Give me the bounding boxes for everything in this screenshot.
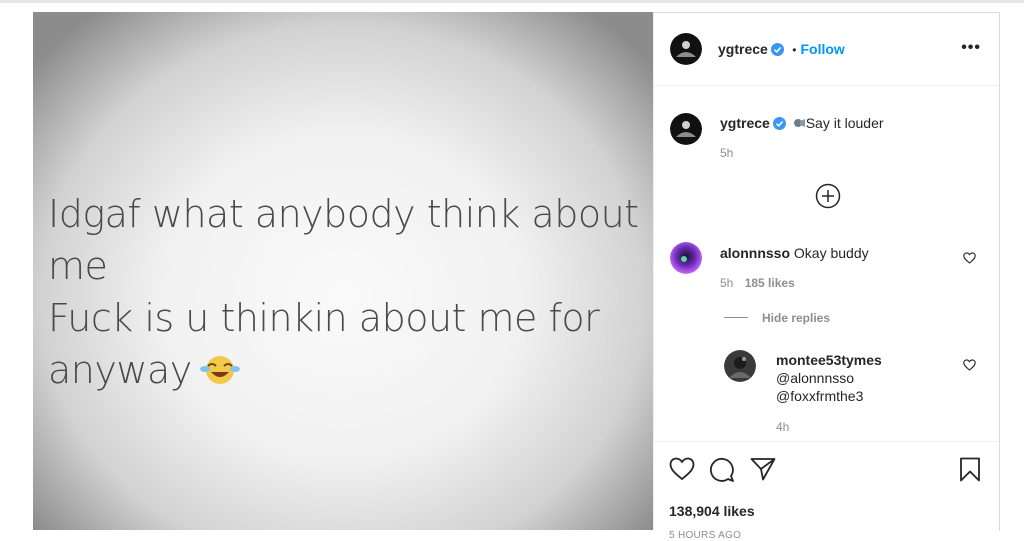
- post-image[interactable]: Idgaf what anybody think about me Fuck i…: [33, 12, 653, 530]
- post-image-text: Idgaf what anybody think about me Fuck i…: [48, 188, 648, 399]
- post-text-line-3: Fuck is u thinkin about me for: [48, 296, 600, 340]
- header-username[interactable]: ygtrece: [718, 41, 768, 57]
- laughing-crying-emoji-icon: [199, 347, 240, 399]
- comment-avatar[interactable]: [670, 242, 702, 274]
- like-heart-icon[interactable]: [669, 457, 695, 486]
- comment-meta: 5h 185 likes: [720, 276, 795, 290]
- post-header: ygtrece • Follow •••: [654, 13, 999, 86]
- follow-button[interactable]: Follow: [800, 41, 844, 57]
- comment-like-heart-icon[interactable]: [963, 251, 976, 264]
- caption-username[interactable]: ygtrece: [720, 115, 770, 131]
- save-bookmark-icon[interactable]: [959, 457, 981, 487]
- header-separator: •: [792, 43, 797, 57]
- replies-line: [724, 317, 748, 319]
- hide-replies-button[interactable]: Hide replies: [724, 309, 830, 327]
- post-text-line-4: anyway: [48, 348, 192, 392]
- caption: ygtrece Say it louder: [720, 114, 884, 134]
- speaker-emoji-icon: [793, 116, 806, 134]
- verified-badge-icon: [772, 116, 786, 134]
- verified-badge-icon: [770, 43, 784, 61]
- post-text-line-2: me: [48, 244, 108, 288]
- caption-time[interactable]: 5h: [720, 146, 733, 160]
- reply-mention[interactable]: @foxxfrmthe3: [776, 387, 956, 405]
- load-more-comments-button[interactable]: [815, 183, 841, 214]
- comment-bubble-icon[interactable]: [709, 457, 735, 488]
- caption-avatar[interactable]: [670, 113, 702, 145]
- hide-replies-label: Hide replies: [762, 311, 831, 325]
- comment-time[interactable]: 5h: [720, 276, 733, 290]
- post-side-panel: ygtrece • Follow ••• ygtrece Say it loude…: [653, 12, 1000, 541]
- comment-likes[interactable]: 185 likes: [745, 276, 795, 290]
- comment-username[interactable]: alonnnsso: [720, 245, 790, 261]
- avatar[interactable]: [670, 33, 702, 65]
- caption-text: Say it louder: [805, 115, 884, 131]
- top-divider: [0, 0, 1024, 3]
- reply-mention[interactable]: @alonnnsso: [776, 369, 956, 387]
- reply-time[interactable]: 4h: [776, 420, 789, 434]
- post-actions: 138,904 likes 5 HOURS AGO: [654, 441, 999, 541]
- share-direct-icon[interactable]: [750, 457, 776, 486]
- post-timestamp[interactable]: 5 HOURS AGO: [669, 530, 741, 541]
- plus-circle-icon: [815, 183, 841, 209]
- more-options-icon[interactable]: •••: [961, 39, 981, 57]
- reply-username[interactable]: montee53tymes: [776, 352, 882, 368]
- reply: montee53tymes @alonnnsso @foxxfrmthe3: [776, 351, 956, 405]
- post-text-line-1: Idgaf what anybody think about: [48, 192, 639, 236]
- likes-count[interactable]: 138,904 likes: [669, 503, 755, 519]
- comment: alonnnsso Okay buddy: [720, 244, 869, 262]
- reply-avatar[interactable]: [724, 350, 756, 382]
- reply-like-heart-icon[interactable]: [963, 358, 976, 371]
- comment-text: Okay buddy: [793, 245, 869, 261]
